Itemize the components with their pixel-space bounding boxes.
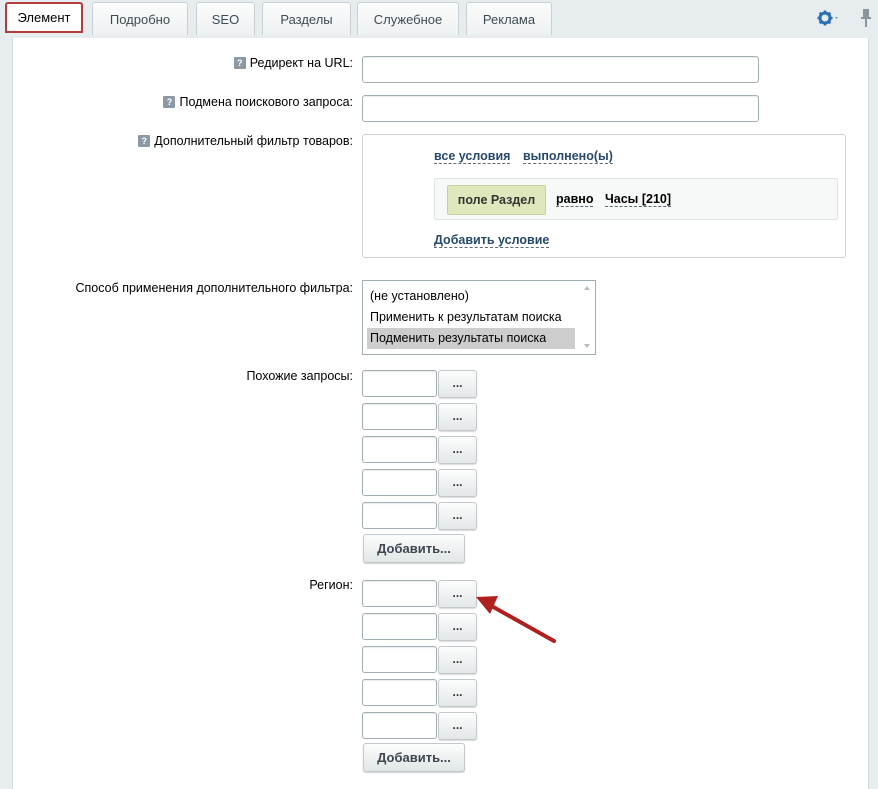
similar-query-input[interactable] [362,370,437,397]
condition-value[interactable]: Часы [210] [605,192,672,207]
tab-details[interactable]: Подробно [92,2,188,35]
tab-sections[interactable]: Разделы [262,2,351,35]
add-region-button[interactable]: Добавить... [363,743,465,772]
region-browse-button[interactable]: ... [438,679,477,707]
help-icon[interactable]: ? [138,135,151,147]
add-condition-link[interactable]: Добавить условие [434,233,550,248]
redirect-url-input[interactable] [362,56,759,83]
similar-query-browse-button[interactable]: ... [438,403,477,431]
region-label: Регион: [309,578,353,592]
similar-query-input[interactable] [362,436,437,463]
similar-query-input[interactable] [362,469,437,496]
similar-query-browse-button[interactable]: ... [438,370,477,398]
region-browse-button[interactable]: ... [438,646,477,674]
tab-advertising[interactable]: Реклама [466,2,552,35]
listbox-scrollbar[interactable] [579,281,595,354]
tab-bar: Элемент Подробно SEO Разделы Служебное Р… [0,0,878,38]
apply-option[interactable]: Применить к результатам поиска [367,307,575,328]
similar-queries-label: Похожие запросы: [246,369,353,383]
search-replace-label: ? Подмена поискового запроса: [163,95,353,109]
filter-conditions-box: все условия выполнено(ы) поле Раздел рав… [362,134,846,258]
region-input[interactable] [362,613,437,640]
tab-element[interactable]: Элемент [5,2,83,33]
apply-option-selected[interactable]: Подменить результаты поиска [367,328,575,349]
similar-query-browse-button[interactable]: ... [438,469,477,497]
tab-service[interactable]: Служебное [357,2,459,35]
region-browse-button[interactable]: ... [438,712,477,740]
help-icon[interactable]: ? [163,96,176,108]
region-input[interactable] [362,712,437,739]
search-replace-input[interactable] [362,95,759,122]
apply-option[interactable]: (не установлено) [367,286,575,307]
apply-method-select[interactable]: (не установлено) Применить к результатам… [362,280,596,355]
similar-query-browse-button[interactable]: ... [438,502,477,530]
condition-operator[interactable]: равно [556,192,594,207]
add-similar-query-button[interactable]: Добавить... [363,534,465,563]
extra-filter-label: ? Дополнительный фильтр товаров: [138,134,353,148]
help-icon[interactable]: ? [233,57,246,69]
redirect-url-label: ? Редирект на URL: [233,56,353,70]
region-input[interactable] [362,646,437,673]
tab-seo[interactable]: SEO [196,2,255,35]
filter-condition-row: поле Раздел равно Часы [210] [434,178,838,220]
all-conditions-link[interactable]: все условия [434,149,511,164]
pin-icon[interactable] [860,8,872,28]
region-input[interactable] [362,679,437,706]
region-input[interactable] [362,580,437,607]
similar-query-input[interactable] [362,502,437,529]
fulfilled-link[interactable]: выполнено(ы) [523,149,613,164]
condition-field-chip[interactable]: поле Раздел [447,185,546,215]
annotation-arrow-icon [476,596,556,643]
settings-gear-icon[interactable] [817,9,839,27]
similar-query-input[interactable] [362,403,437,430]
similar-query-browse-button[interactable]: ... [438,436,477,464]
apply-method-label: Способ применения дополнительного фильтр… [75,281,353,295]
